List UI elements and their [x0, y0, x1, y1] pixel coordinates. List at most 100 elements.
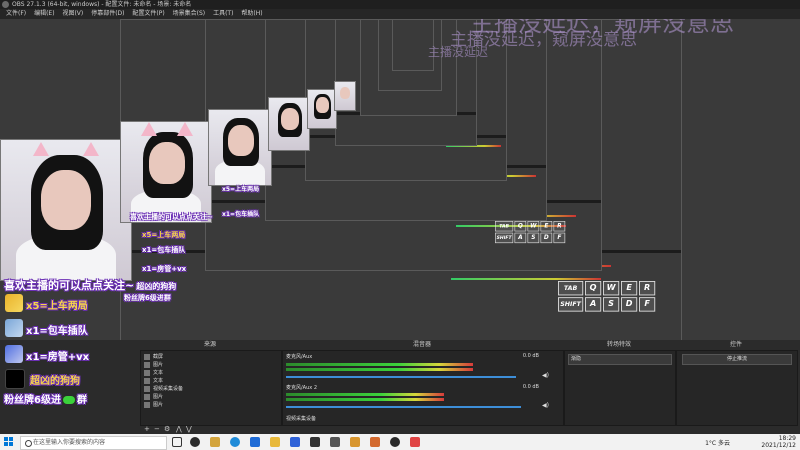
app-icon[interactable]	[410, 437, 420, 447]
webcam-feed	[307, 89, 337, 129]
menu-help[interactable]: 帮助(H)	[241, 10, 262, 17]
settings-icon[interactable]: ⚙	[164, 425, 170, 434]
source-item[interactable]: 图片	[144, 393, 163, 401]
menu-docks[interactable]: 停靠部件(D)	[91, 10, 124, 17]
source-item[interactable]: 文本	[144, 377, 163, 385]
app-icon[interactable]	[250, 437, 260, 447]
stop-stream-button[interactable]: 停止推流	[682, 354, 792, 365]
rocket-icon	[5, 345, 23, 363]
mixer-channel-value: 0.0 dB	[522, 353, 539, 359]
fans-text: 粉丝牌6级进群	[4, 395, 87, 406]
weather-status[interactable]: 1°C 多云	[705, 438, 730, 447]
mixer-channel-name: 麦克风/Aux 2	[286, 385, 318, 391]
source-item[interactable]: 图片	[144, 361, 163, 369]
source-item[interactable]: 视频采集设备	[144, 385, 183, 393]
mixer-channel-value: 0.0 dB	[522, 384, 539, 390]
text-icon	[144, 377, 150, 384]
car-icon	[5, 319, 23, 337]
app-icon[interactable]	[310, 437, 320, 447]
source-item[interactable]: 文本	[144, 369, 163, 377]
reward-text-1: x5=上车两局	[26, 301, 88, 312]
app-icon[interactable]	[190, 437, 200, 447]
task-view-icon[interactable]	[172, 437, 182, 447]
menu-bar: 文件(F) 编辑(E) 视图(V) 停靠部件(D) 配置文件(P) 场景集合(S…	[0, 9, 800, 19]
webcam-feed	[120, 121, 212, 223]
mixer-level-meter	[286, 398, 444, 401]
app-icon[interactable]	[210, 437, 220, 447]
reward-text-2-copy: x1=包车插队	[142, 246, 186, 254]
mixer-level-meter	[286, 363, 473, 366]
reward-text-1-copy: x5=上车两局	[142, 231, 186, 239]
system-clock[interactable]: 18:29 2021/12/12	[761, 435, 796, 449]
tiktok-label: 超凶的狗狗	[30, 376, 80, 387]
window-title: OBS 27.1.3 (64-bit, windows) - 配置文件: 未命名…	[12, 1, 192, 8]
app-icon[interactable]	[350, 437, 360, 447]
obs-logo-icon	[2, 1, 9, 8]
mixer-dock-title: 混音器	[412, 341, 431, 348]
image-icon	[144, 393, 150, 400]
text-icon	[144, 369, 150, 376]
transitions-dock-title: 转场特效	[606, 341, 631, 348]
webcam-feed	[268, 97, 310, 151]
webcam-feed	[334, 81, 356, 111]
reward-text-2-copy-small: x1=包车插队	[222, 211, 260, 218]
mixer-channel-name: 视频采集设备	[286, 416, 317, 422]
obs-taskbar-icon[interactable]	[390, 437, 400, 447]
camera-icon	[144, 385, 150, 392]
menu-scene-collection[interactable]: 场景集合(S)	[173, 10, 206, 17]
image-icon	[144, 401, 150, 408]
source-item[interactable]: 截屏	[144, 353, 163, 361]
mixer-level-meter	[286, 393, 444, 396]
sources-dock-title: 来源	[203, 341, 216, 348]
dock-area: x1=房管+vx 超凶的狗狗 粉丝牌6级进群 来源 截屏 图片 文本 文本 视频…	[0, 340, 800, 434]
reward-text-3-copy: x1=房管+vx	[142, 265, 187, 273]
monitor-icon	[144, 353, 150, 360]
reward-text-1-copy-small: x5=上车两局	[222, 186, 260, 193]
add-icon[interactable]: +	[144, 425, 150, 434]
ticket-icon	[5, 294, 23, 312]
wechat-icon	[62, 396, 75, 404]
mixer-level-meter	[286, 368, 473, 371]
taskbar-search-box[interactable]: 在这里输入你要搜索的内容	[20, 436, 167, 450]
source-item[interactable]: 图片	[144, 401, 163, 409]
menu-profile[interactable]: 配置文件(P)	[132, 10, 164, 17]
clock-date: 2021/12/12	[761, 442, 796, 449]
window-titlebar: OBS 27.1.3 (64-bit, windows) - 配置文件: 未命名…	[0, 0, 800, 9]
menu-file[interactable]: 文件(F)	[6, 10, 26, 17]
image-icon	[144, 361, 150, 368]
webcam-feed	[208, 109, 272, 186]
move-down-icon[interactable]: ⋁	[186, 425, 192, 434]
reward-text-3: x1=房管+vx	[26, 352, 90, 363]
controls-panel: 停止推流	[676, 350, 798, 426]
menu-edit[interactable]: 编辑(E)	[34, 10, 54, 17]
webcam-feed	[0, 139, 132, 281]
sources-panel[interactable]: 截屏 图片 文本 文本 视频采集设备 图片 图片	[140, 350, 282, 426]
app-icon[interactable]	[290, 437, 300, 447]
watermark-text: 主播没延迟	[428, 45, 489, 59]
app-icon[interactable]	[330, 437, 340, 447]
file-explorer-icon[interactable]	[270, 437, 280, 447]
app-icon[interactable]	[370, 437, 380, 447]
transitions-panel: 渐隐	[564, 350, 676, 426]
follow-text-copy: 喜欢主播的可以点点关注~	[130, 213, 213, 221]
preview-canvas[interactable]: 喜欢主播的可以点点关注~ 超凶的狗狗 x5=上车两局 x1=包车插队 喜欢主播的可…	[0, 19, 800, 340]
clock-time: 18:29	[778, 435, 796, 442]
search-placeholder: 在这里输入你要搜索的内容	[33, 439, 106, 446]
search-icon	[25, 440, 32, 447]
menu-view[interactable]: 视图(V)	[62, 10, 83, 17]
follow-text: 喜欢主播的可以点点关注~ 超凶的狗狗	[4, 279, 177, 292]
windows-start-icon[interactable]	[4, 437, 14, 447]
reward-text-2: x1=包车插队	[26, 326, 88, 337]
transition-select[interactable]: 渐隐	[568, 354, 672, 365]
edge-browser-icon[interactable]	[230, 437, 240, 447]
mixer-volume-slider[interactable]	[286, 376, 516, 378]
menu-tools[interactable]: 工具(T)	[213, 10, 233, 17]
speaker-icon[interactable]: ◀)	[542, 402, 549, 409]
windows-taskbar: 在这里输入你要搜索的内容 1°C 多云 18:29 2021/12/12	[0, 434, 800, 450]
remove-icon[interactable]: −	[154, 425, 160, 434]
mixer-channel-name: 麦克风/Aux	[286, 354, 313, 360]
speaker-icon[interactable]: ◀)	[542, 372, 549, 379]
mixer-volume-slider[interactable]	[286, 406, 521, 408]
move-up-icon[interactable]: ⋀	[176, 425, 182, 434]
tiktok-icon	[5, 369, 25, 389]
